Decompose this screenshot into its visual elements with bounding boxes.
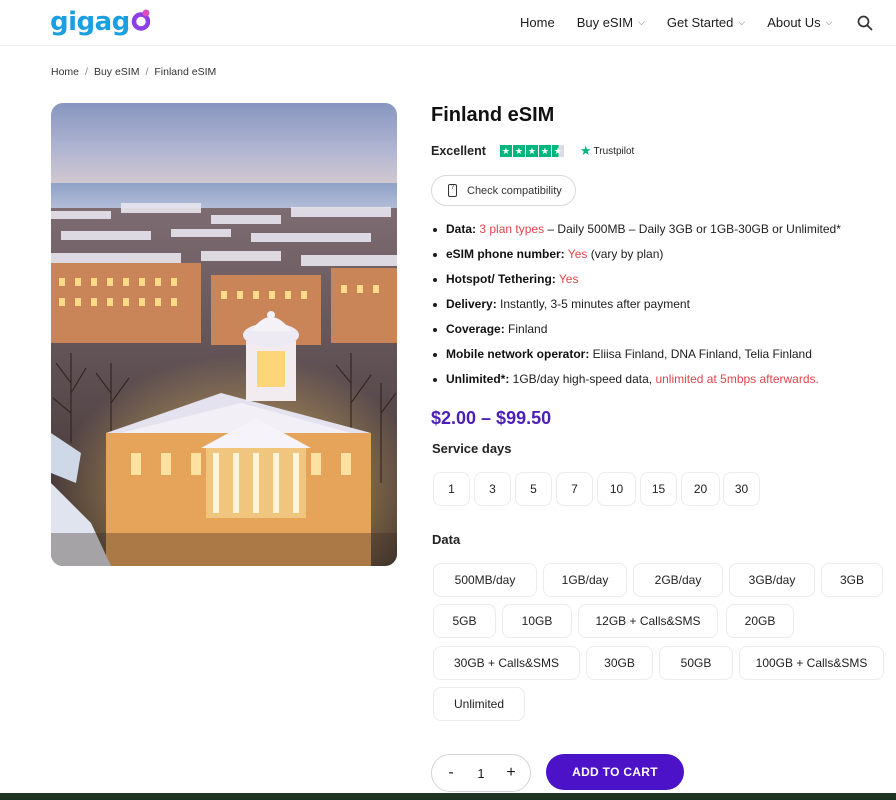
- check-compatibility-label: Check compatibility: [467, 184, 562, 197]
- nav-home[interactable]: Home: [520, 15, 555, 30]
- gigago-logo[interactable]: gigag: [50, 6, 150, 38]
- feature-label: Coverage:: [446, 322, 505, 336]
- service-days-label: Service days: [432, 441, 512, 456]
- feature-unlimited: Unlimited*: 1GB/day high-speed data, unl…: [431, 371, 841, 396]
- feature-label: Unlimited*:: [446, 372, 510, 386]
- nav-about-us-label: About Us: [767, 15, 821, 30]
- quantity-increase-button[interactable]: +: [504, 764, 518, 782]
- nav-home-label: Home: [520, 15, 555, 30]
- data-option[interactable]: Unlimited: [433, 687, 525, 721]
- nav-buy-esim[interactable]: Buy eSIM ⌵: [577, 15, 645, 30]
- chevron-down-icon: ⌵: [738, 17, 746, 27]
- service-day-option[interactable]: 1: [433, 472, 470, 506]
- bottom-edge-bar: [0, 793, 896, 800]
- feature-phone-number: eSIM phone number: Yes (vary by plan): [431, 246, 841, 271]
- feature-highlight: Yes: [558, 272, 579, 286]
- feature-delivery: Delivery: Instantly, 3-5 minutes after p…: [431, 296, 841, 321]
- breadcrumb-buy-esim[interactable]: Buy eSIM: [94, 66, 140, 78]
- feature-operator: Mobile network operator: Eliisa Finland,…: [431, 346, 841, 371]
- feature-label: eSIM phone number:: [446, 247, 565, 261]
- product-image: [51, 103, 397, 566]
- data-option[interactable]: 5GB: [433, 604, 496, 638]
- logo-mark: gigag: [50, 7, 150, 37]
- star-icon: ★: [525, 145, 538, 157]
- feature-list: Data: 3 plan types – Daily 500MB – Daily…: [431, 221, 841, 396]
- breadcrumb-separator: /: [145, 66, 149, 78]
- breadcrumb-current: Finland eSIM: [154, 66, 217, 78]
- data-option[interactable]: 50GB: [659, 646, 733, 680]
- data-option[interactable]: 12GB + Calls&SMS: [578, 604, 718, 638]
- quantity-decrease-button[interactable]: -: [444, 764, 458, 782]
- data-option[interactable]: 1GB/day: [543, 563, 627, 597]
- service-day-option[interactable]: 20: [681, 472, 720, 506]
- feature-label: Delivery:: [446, 297, 497, 311]
- feature-value: 1GB/day high-speed data,: [509, 372, 656, 386]
- phone-question-icon: [448, 184, 457, 197]
- data-option[interactable]: 2GB/day: [633, 563, 723, 597]
- trustpilot-star-icon: ★: [579, 143, 592, 158]
- star-icon: ★: [512, 145, 525, 157]
- feature-data: Data: 3 plan types – Daily 500MB – Daily…: [431, 221, 841, 246]
- star-half-icon: ★: [551, 145, 564, 157]
- feature-value: Instantly, 3-5 minutes after payment: [496, 297, 690, 311]
- feature-label: Data:: [446, 222, 477, 236]
- feature-hotspot: Hotspot/ Tethering: Yes: [431, 271, 841, 296]
- check-compatibility-button[interactable]: Check compatibility: [431, 175, 576, 206]
- trustpilot-label: Trustpilot: [593, 145, 635, 157]
- service-day-option[interactable]: 3: [474, 472, 511, 506]
- chevron-down-icon: ⌵: [638, 17, 645, 27]
- helsinki-winter-photo: [51, 103, 397, 566]
- quantity-stepper: - 1 +: [431, 754, 531, 792]
- feature-highlight: Yes: [567, 247, 588, 261]
- feature-value: Eliisa Finland, DNA Finland, Telia Finla…: [589, 347, 812, 361]
- service-day-option[interactable]: 15: [640, 472, 677, 506]
- breadcrumb-home[interactable]: Home: [51, 66, 79, 78]
- search-icon[interactable]: [857, 15, 873, 31]
- service-day-option[interactable]: 5: [515, 472, 552, 506]
- svg-text:gigag: gigag: [50, 7, 130, 37]
- add-to-cart-button[interactable]: ADD TO CART: [546, 754, 684, 790]
- feature-value: – Daily 500MB – Daily 3GB or 1GB-30GB or…: [544, 222, 841, 236]
- service-day-option[interactable]: 7: [556, 472, 593, 506]
- feature-label: Mobile network operator:: [446, 347, 590, 361]
- price-range: $2.00 – $99.50: [431, 408, 552, 428]
- service-day-option[interactable]: 30: [723, 472, 760, 506]
- nav-get-started-label: Get Started: [666, 15, 734, 30]
- feature-highlight: unlimited at 5mbps afterwards.: [655, 372, 819, 386]
- data-option[interactable]: 3GB/day: [729, 563, 815, 597]
- trustpilot-stars: ★ ★ ★ ★ ★: [499, 145, 564, 157]
- rating-text: Excellent: [431, 144, 486, 158]
- data-option[interactable]: 30GB: [586, 646, 653, 680]
- data-option[interactable]: 500MB/day: [433, 563, 537, 597]
- chevron-down-icon: ⌵: [825, 17, 833, 27]
- feature-value: (vary by plan): [587, 247, 664, 261]
- product-title: Finland eSIM: [431, 104, 555, 126]
- data-option[interactable]: 100GB + Calls&SMS: [739, 646, 884, 680]
- trustpilot-logo[interactable]: ★ Trustpilot: [580, 143, 634, 159]
- plan-types-link[interactable]: 3 plan types: [479, 222, 544, 236]
- breadcrumb-separator: /: [85, 66, 88, 78]
- breadcrumb: Home / Buy eSIM / Finland eSIM: [51, 66, 216, 78]
- star-icon: ★: [538, 145, 551, 157]
- data-option[interactable]: 10GB: [502, 604, 572, 638]
- site-header: gigag Home Buy eSIM ⌵ Get Started ⌵ Abou…: [0, 0, 896, 46]
- rating-row: Excellent ★ ★ ★ ★ ★ ★ Trustpilot: [431, 143, 634, 159]
- data-option[interactable]: 30GB + Calls&SMS: [433, 646, 580, 680]
- nav-buy-esim-label: Buy eSIM: [576, 15, 634, 30]
- nav-about-us[interactable]: About Us ⌵: [767, 15, 832, 30]
- feature-coverage: Coverage: Finland: [431, 321, 841, 346]
- feature-label: Hotspot/ Tethering:: [446, 272, 556, 286]
- quantity-value[interactable]: 1: [477, 766, 484, 781]
- nav-get-started[interactable]: Get Started ⌵: [667, 15, 745, 30]
- feature-value: Finland: [504, 322, 548, 336]
- star-icon: ★: [499, 145, 512, 157]
- data-label: Data: [432, 532, 461, 547]
- main-nav: Home Buy eSIM ⌵ Get Started ⌵ About Us ⌵: [520, 15, 855, 30]
- service-day-option[interactable]: 10: [597, 472, 636, 506]
- data-option[interactable]: 20GB: [726, 604, 794, 638]
- data-option[interactable]: 3GB: [821, 563, 883, 597]
